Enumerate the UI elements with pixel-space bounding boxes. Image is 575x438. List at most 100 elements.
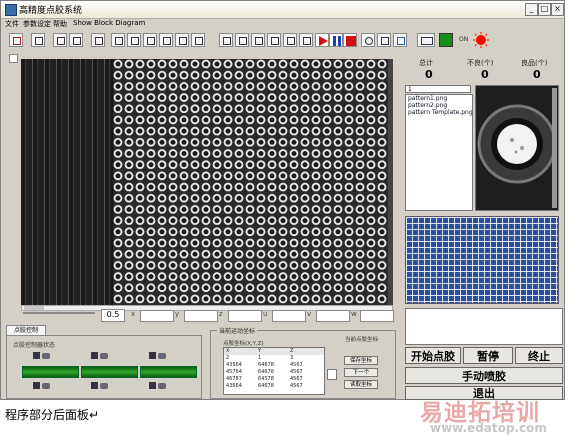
axis-tool-2-button[interactable] [127,33,141,47]
list-item[interactable]: pattern2.png [406,102,472,109]
camera-right-edge [388,59,393,305]
template-preview [475,85,559,211]
disk-icon [33,352,40,359]
disk-icon [91,382,98,389]
window-title: 高精度点胶系统 [19,6,83,16]
counter-total-value: 0 [425,68,433,81]
coord-w-field[interactable] [360,310,394,322]
coord-label-u: u [263,310,268,318]
save-button[interactable] [377,33,391,47]
coord-u-field[interactable] [272,310,306,322]
pause-run-button[interactable] [329,33,343,47]
menu-file[interactable]: 文件 [5,19,19,29]
template-file-list[interactable]: pattern1.png pattern2.png pattern Templa… [405,94,473,211]
message-box [405,308,563,345]
menu-params[interactable]: 参数设定 [23,19,51,29]
table-cell: 64678 [258,362,274,368]
table-row[interactable]: 46787 64578 4567 [224,376,324,383]
channel-3-icons[interactable] [149,352,167,360]
channel-2-icons[interactable] [91,352,109,360]
edit-tool-button[interactable] [9,33,23,47]
table-row[interactable]: 45764 64678 4567 [224,369,324,376]
camera-icon [42,383,50,389]
axis-tool-1-button[interactable] [111,33,125,47]
coord-x-field[interactable] [140,310,174,322]
status-label: ON [459,36,469,43]
camera-icon [158,353,166,359]
counter-total-label: 总计 [419,59,433,67]
menu-bar: 文件 参数设定 帮助 Show Block Diagram [1,18,564,30]
toolbar: ON [3,31,563,51]
coord-z-field[interactable] [228,310,262,322]
counter-bad-label: 不良(个) [467,59,494,67]
channel-5-icons[interactable] [91,382,109,390]
disk-icon [33,382,40,389]
align-right-button[interactable] [69,33,83,47]
table-cell: 4567 [290,369,303,375]
stop-button[interactable]: 终止 [515,347,563,364]
row-spinner[interactable] [327,369,337,380]
table-cell: 4567 [290,376,303,382]
table-row[interactable]: 43564 64678 4567 [224,383,324,390]
menu-help[interactable]: 帮助 [53,19,67,29]
measure-tool-5-button[interactable] [283,33,297,47]
frame-tool-button[interactable] [91,33,105,47]
position-grid[interactable] [405,216,559,304]
coord-y-field[interactable] [184,310,218,322]
run-button[interactable] [315,33,329,47]
table-cell: 4567 [290,362,303,368]
list-item[interactable]: pattern Template.png [406,109,473,116]
table-row[interactable]: 2 1 3 [224,355,324,362]
column-header: Z [290,348,294,354]
start-dispense-button[interactable]: 开始点胶 [405,347,461,364]
channel-6-icons[interactable] [149,382,167,390]
table-cell: 4567 [290,383,303,389]
read-coords-button[interactable]: 读取坐标 [344,380,378,389]
next-button[interactable]: 下一个 [344,368,378,377]
measure-tool-3-button[interactable] [251,33,265,47]
coordinate-table[interactable]: X Y Z 213 43564 64678 4567 45764 64678 4567 … [223,347,325,395]
pause-button[interactable]: 暂停 [463,347,513,364]
align-left-button[interactable] [53,33,67,47]
table-cell: 2 [226,355,230,361]
manual-dispense-button[interactable]: 手动喷胶 [405,367,563,384]
camera-icon [158,383,166,389]
table-header: X Y Z [224,348,324,355]
settings-button[interactable] [393,33,407,47]
channel-1-icons[interactable] [33,352,51,360]
pad-preview-image [476,86,558,210]
menu-block-diagram[interactable]: Show Block Diagram [73,19,145,27]
axis-tool-6-button[interactable] [191,33,205,47]
measure-tool-1-button[interactable] [219,33,233,47]
title-bar: 高精度点胶系统 _ □ × [1,1,564,19]
save-coords-button[interactable]: 保存坐标 [344,356,378,365]
measure-tool-6-button[interactable] [299,33,313,47]
channel-4-icons[interactable] [33,382,51,390]
measure-tool-2-button[interactable] [235,33,249,47]
minimize-button[interactable]: _ [525,3,538,16]
scrollbar-thumb[interactable] [24,306,44,310]
stop-run-button[interactable] [343,33,357,47]
disk-icon [149,382,156,389]
column-header: X [226,348,230,354]
list-item[interactable]: pattern1.png [406,95,472,102]
close-button[interactable]: × [551,3,564,16]
axis-tool-3-button[interactable] [143,33,157,47]
coord-label-y: y [175,310,180,318]
controller-status-title: 点胶控制器状态 [13,342,56,349]
camera-image[interactable] [21,59,393,305]
measure-tool-4-button[interactable] [267,33,281,47]
counter-good-value: 0 [533,68,541,81]
toggle-switch[interactable] [417,33,435,47]
clock-button[interactable] [361,33,375,47]
zoom-input[interactable]: 0.5 [101,309,125,322]
coord-v-field[interactable] [316,310,350,322]
pointer-tool-button[interactable] [31,33,45,47]
coord-label-x: x [131,310,136,318]
table-row[interactable]: 43564 64678 4567 [224,362,324,369]
template-selector[interactable]: 1 [405,85,471,93]
zoom-slider[interactable] [23,312,95,314]
axis-tool-5-button[interactable] [175,33,189,47]
axis-tool-4-button[interactable] [159,33,173,47]
maximize-button[interactable]: □ [538,3,551,16]
